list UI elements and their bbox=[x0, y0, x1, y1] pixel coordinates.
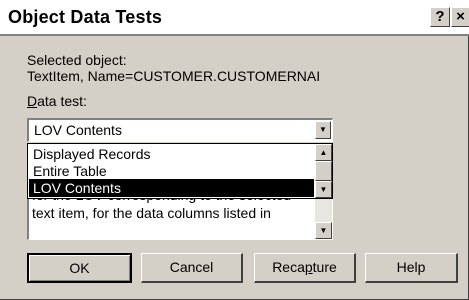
dropdown-option-displayed-records[interactable]: Displayed Records bbox=[29, 145, 314, 163]
dropdown-scroll-up-button[interactable]: ▲ bbox=[315, 144, 332, 161]
triangle-down-icon: ▼ bbox=[319, 185, 328, 194]
data-test-label-rest: ata test: bbox=[37, 93, 87, 109]
window-title: Object Data Tests bbox=[8, 7, 163, 27]
cancel-button[interactable]: Cancel bbox=[141, 253, 243, 283]
dropdown-option-entire-table[interactable]: Entire Table bbox=[29, 162, 314, 180]
ok-button[interactable]: OK bbox=[27, 253, 132, 283]
title-bar: Object Data Tests ? × bbox=[0, 0, 469, 36]
data-test-mnemonic: D bbox=[27, 93, 38, 109]
help-title-button[interactable]: ? bbox=[430, 7, 450, 27]
description-scrollbar[interactable]: ▼ bbox=[315, 192, 332, 239]
combobox-dropdown-button[interactable]: ▼ bbox=[315, 121, 331, 139]
close-button[interactable]: × bbox=[451, 7, 469, 27]
selected-object-value: TextItem, Name=CUSTOMER.CUSTOMERNAI bbox=[27, 68, 321, 84]
data-test-dropdown-list[interactable]: Displayed Records Entire Table LOV Conte… bbox=[27, 143, 333, 199]
recapture-button[interactable]: Recapture bbox=[254, 253, 356, 283]
data-test-combobox[interactable]: LOV Contents ▼ bbox=[27, 118, 333, 142]
recapture-mnemonic: p bbox=[304, 259, 313, 275]
selected-object-label: Selected object: bbox=[27, 52, 127, 68]
dropdown-scrollbar[interactable]: ▲ ▼ bbox=[315, 144, 332, 198]
object-data-tests-dialog: Object Data Tests ? × Selected object: T… bbox=[0, 0, 469, 300]
triangle-down-icon: ▼ bbox=[319, 226, 328, 235]
data-test-label: Data test: bbox=[27, 93, 87, 109]
dropdown-option-lov-contents[interactable]: LOV Contents bbox=[29, 179, 314, 197]
recapture-label-end: ture bbox=[312, 259, 337, 275]
triangle-up-icon: ▲ bbox=[319, 148, 328, 157]
recapture-label-start: Reca bbox=[272, 259, 305, 275]
dropdown-scroll-down-button[interactable]: ▼ bbox=[315, 181, 332, 198]
description-scroll-down-button[interactable]: ▼ bbox=[315, 222, 332, 239]
description-line: text item, for the data columns listed i… bbox=[32, 205, 271, 221]
data-test-selected-value: LOV Contents bbox=[34, 122, 122, 138]
help-button[interactable]: Help bbox=[365, 253, 458, 283]
triangle-down-icon: ▼ bbox=[319, 125, 327, 134]
dropdown-scroll-thumb[interactable] bbox=[315, 161, 332, 181]
